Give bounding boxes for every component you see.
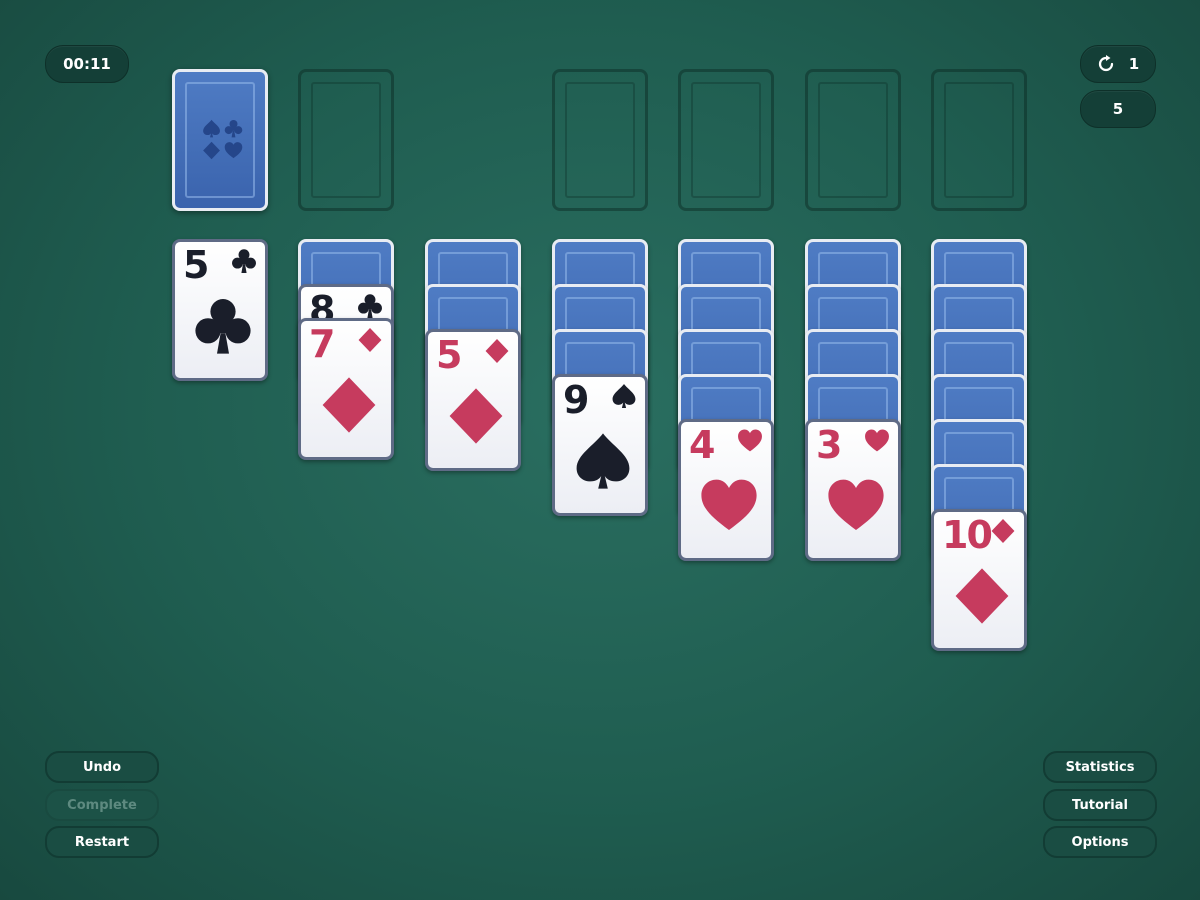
statistics-button[interactable]: Statistics bbox=[1043, 751, 1157, 783]
card-3-of-hearts[interactable]: 3 bbox=[805, 419, 901, 561]
diamond-icon bbox=[955, 568, 1009, 624]
timer-display: 00:11 bbox=[45, 45, 129, 83]
club-icon bbox=[195, 299, 251, 354]
tutorial-button[interactable]: Tutorial bbox=[1043, 789, 1157, 821]
diamond-icon bbox=[358, 328, 382, 352]
card-9-of-spades[interactable]: 9 bbox=[552, 374, 648, 516]
heart-icon bbox=[701, 479, 757, 530]
card-5-of-diamonds[interactable]: 5 bbox=[425, 329, 521, 471]
spade-icon bbox=[612, 384, 636, 408]
card-7-of-diamonds[interactable]: 7 bbox=[298, 318, 394, 460]
restart-button[interactable]: Restart bbox=[45, 826, 159, 858]
card-back-suits-icon bbox=[203, 119, 243, 160]
timer-text: 00:11 bbox=[63, 55, 111, 73]
foundation-slot-4[interactable] bbox=[931, 69, 1027, 211]
club-icon bbox=[232, 249, 256, 273]
card-rank: 5 bbox=[436, 333, 462, 377]
club-icon bbox=[358, 294, 382, 318]
diamond-icon bbox=[322, 377, 376, 433]
foundation-slot-1[interactable] bbox=[552, 69, 648, 211]
options-button[interactable]: Options bbox=[1043, 826, 1157, 858]
heart-icon bbox=[828, 479, 884, 530]
card-rank: 9 bbox=[563, 378, 589, 422]
card-rank: 7 bbox=[309, 322, 335, 366]
redeal-count: 1 bbox=[1128, 55, 1140, 73]
card-rank: 10 bbox=[942, 513, 993, 557]
move-count: 5 bbox=[1112, 100, 1124, 118]
complete-button[interactable]: Complete bbox=[45, 789, 159, 821]
undo-button[interactable]: Undo bbox=[45, 751, 159, 783]
foundation-slot-2[interactable] bbox=[678, 69, 774, 211]
heart-icon bbox=[738, 429, 762, 452]
spade-icon bbox=[576, 433, 630, 489]
stock-pile[interactable] bbox=[172, 69, 268, 211]
card-rank: 4 bbox=[689, 423, 715, 467]
redeal-counter: 1 bbox=[1080, 45, 1156, 83]
diamond-icon bbox=[991, 519, 1015, 543]
waste-pile-slot[interactable] bbox=[298, 69, 394, 211]
card-5-of-clubs[interactable]: 5 bbox=[172, 239, 268, 381]
heart-icon bbox=[865, 429, 889, 452]
refresh-icon bbox=[1098, 55, 1113, 72]
card-rank: 5 bbox=[183, 243, 209, 287]
foundation-slot-3[interactable] bbox=[805, 69, 901, 211]
card-rank: 3 bbox=[816, 423, 842, 467]
card-10-of-diamonds[interactable]: 10 bbox=[931, 509, 1027, 651]
move-counter: 5 bbox=[1080, 90, 1156, 128]
card-4-of-hearts[interactable]: 4 bbox=[678, 419, 774, 561]
diamond-icon bbox=[449, 388, 503, 444]
diamond-icon bbox=[485, 339, 509, 363]
